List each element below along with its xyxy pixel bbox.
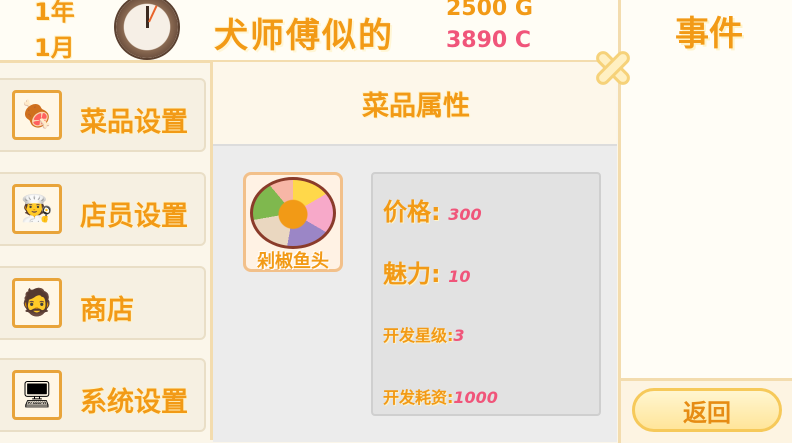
events-title: 事件 <box>675 14 743 54</box>
dish-card[interactable]: 剁椒鱼头 <box>243 172 343 272</box>
menu-item-system-settings[interactable]: 🖥 系统设置 <box>0 358 206 432</box>
dish-attributes-panel: 菜品属性 剁椒鱼头 价格: 300 魅力: 10 开发星级:3 开发耗资:100… <box>210 62 617 442</box>
top-status-bar: 1年 1月 犬师傅似的 2500 G 3890 C <box>0 0 618 63</box>
dish-icon: 🍖 <box>12 90 62 140</box>
staff-icon: 🧑‍🍳 <box>12 184 62 234</box>
price-label: 价格: <box>383 198 441 226</box>
shop-icon: 🧔 <box>12 278 62 328</box>
panel-title: 菜品属性 <box>362 91 470 122</box>
dish-image <box>250 177 336 249</box>
star-level-value: 3 <box>453 326 465 345</box>
computer-icon: 🖥 <box>12 370 62 420</box>
panel-content: 剁椒鱼头 价格: 300 魅力: 10 开发星级:3 开发耗资:1000 <box>213 144 617 442</box>
year-label: 1年 <box>34 0 75 26</box>
attribute-box: 价格: 300 魅力: 10 开发星级:3 开发耗资:1000 <box>371 172 601 416</box>
price-row: 价格: 300 <box>383 192 482 227</box>
star-level-label: 开发星级: <box>383 326 454 345</box>
menu-item-label: 系统设置 <box>80 387 188 418</box>
back-button[interactable]: 返回 <box>632 388 782 432</box>
clock-icon <box>116 0 178 58</box>
menu-item-shop[interactable]: 🧔 商店 <box>0 266 206 340</box>
menu-item-label: 菜品设置 <box>80 107 188 138</box>
star-level-row: 开发星级:3 <box>383 322 465 346</box>
month-label: 1月 <box>34 34 75 62</box>
dev-cost-row: 开发耗资:1000 <box>383 384 498 408</box>
dish-name: 剁椒鱼头 <box>257 251 329 272</box>
events-panel: 事件 <box>618 0 792 378</box>
menu-item-dish-settings[interactable]: 🍖 菜品设置 <box>0 78 206 152</box>
dev-cost-value: 1000 <box>453 388 498 407</box>
coin-amount: 3890 C <box>446 28 532 53</box>
gold-amount: 2500 G <box>446 0 533 21</box>
charm-value: 10 <box>448 267 471 286</box>
charm-row: 魅力: 10 <box>383 254 471 289</box>
price-value: 300 <box>448 205 482 224</box>
charm-label: 魅力: <box>383 260 441 288</box>
menu-item-label: 商店 <box>80 295 134 326</box>
menu-item-label: 店员设置 <box>80 201 188 232</box>
menu-item-staff-settings[interactable]: 🧑‍🍳 店员设置 <box>0 172 206 246</box>
shop-name: 犬师傅似的 <box>214 16 394 56</box>
close-icon[interactable] <box>588 42 638 92</box>
dev-cost-label: 开发耗资: <box>383 388 454 407</box>
